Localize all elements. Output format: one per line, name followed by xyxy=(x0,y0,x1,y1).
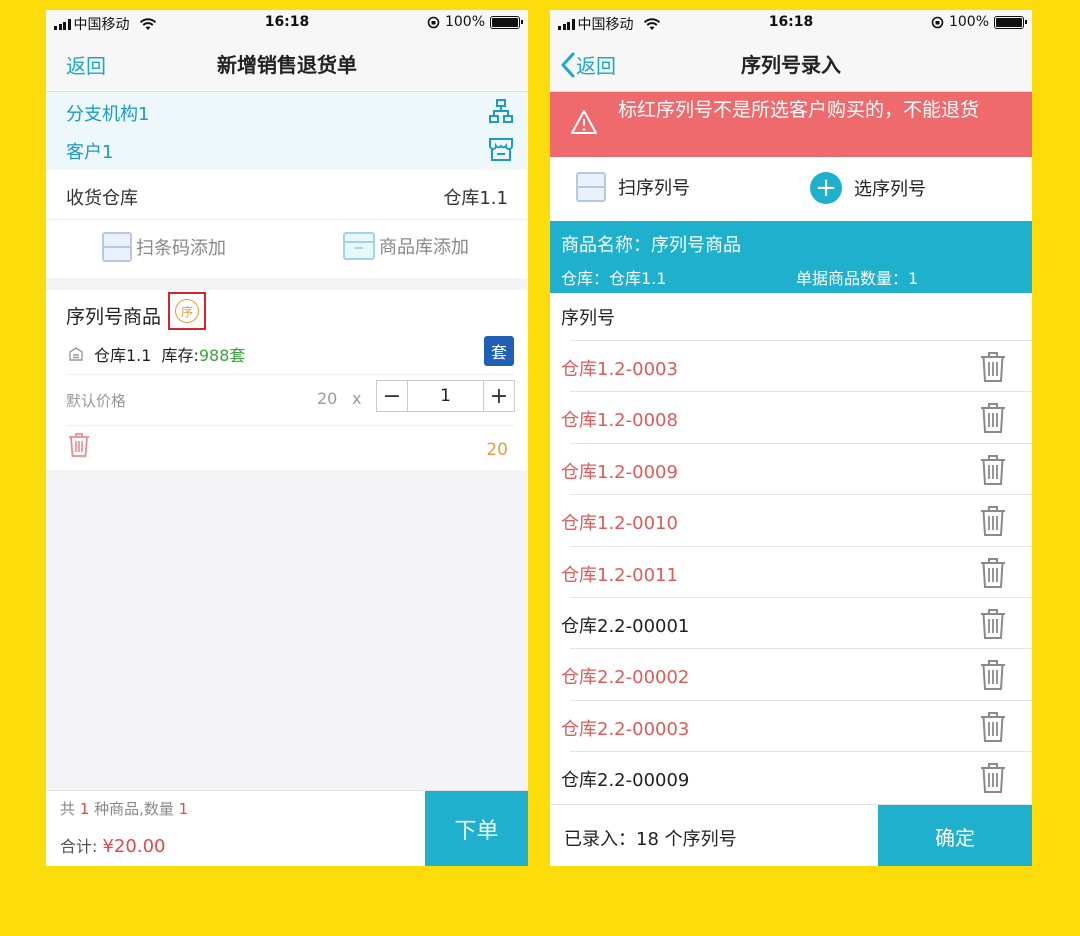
back-button[interactable]: 返回 xyxy=(560,50,616,79)
quantity-stepper: − 1 + xyxy=(376,380,515,412)
serial-code: 仓库2.2-00002 xyxy=(561,667,690,689)
product-warehouse: 仓库：仓库1.1 xyxy=(561,269,667,288)
orientation-lock-icon xyxy=(931,16,944,28)
select-serial-button[interactable]: + 选序列号 xyxy=(810,172,926,204)
status-bar: 中国移动 16:18 100% xyxy=(550,10,1032,36)
serial-code: 仓库1.2-0010 xyxy=(561,513,678,535)
scan-barcode-add-button[interactable]: 扫条码添加 xyxy=(102,232,226,262)
serial-code: 仓库1.2-0008 xyxy=(561,410,678,432)
place-order-button[interactable]: 下单 xyxy=(425,791,528,866)
line-item-card: 序列号商品 序 仓库1.1 库存:988套 套 默认价格 20 x − 1 + … xyxy=(46,290,528,470)
status-bar: 中国移动 16:18 100% xyxy=(46,10,528,36)
decrement-button[interactable]: − xyxy=(377,381,407,411)
order-total: 合计: ¥20.00 xyxy=(60,836,166,857)
back-button[interactable]: 返回 xyxy=(66,50,106,79)
item-name: 序列号商品 xyxy=(66,306,162,328)
serial-row: 仓库1.2-0010 xyxy=(561,494,1032,545)
item-count: 共 1 种商品,数量 1 xyxy=(60,800,189,818)
product-info-bar: 商品名称：序列号商品 仓库：仓库1.1 单据商品数量：1 xyxy=(550,221,1032,293)
document-quantity: 单据商品数量：1 xyxy=(796,269,919,288)
trash-icon[interactable] xyxy=(980,402,1006,438)
quantity-input[interactable]: 1 xyxy=(407,381,484,411)
battery-icon xyxy=(490,15,523,29)
recorded-count: 已录入：18 个序列号 xyxy=(564,829,737,850)
warehouse-icon xyxy=(69,347,83,361)
trash-icon[interactable] xyxy=(980,454,1006,490)
increment-button[interactable]: + xyxy=(484,381,514,411)
add-items-row: 扫条码添加 商品库添加 xyxy=(46,220,528,278)
warning-text: 标红序列号不是所选客户购买的，不能退货 xyxy=(618,99,980,121)
serial-code: 仓库1.2-0003 xyxy=(561,359,678,380)
serial-code: 仓库1.2-0011 xyxy=(561,564,678,586)
trash-icon[interactable] xyxy=(980,505,1006,541)
scan-serial-button[interactable]: 扫序列号 xyxy=(576,172,690,202)
price-row: 默认价格 20 x − 1 + xyxy=(66,374,515,426)
line-subtotal: 20 xyxy=(486,440,508,460)
serial-row: 仓库1.2-0003 xyxy=(561,340,1032,391)
serial-row: 仓库1.2-0009 xyxy=(561,442,1032,494)
branch-field[interactable]: 分支机构1 xyxy=(66,100,149,126)
page-title: 序列号录入 xyxy=(741,53,841,77)
warehouse-label: 收货仓库 xyxy=(66,188,138,209)
serial-badge[interactable]: 序 xyxy=(175,299,199,323)
serial-row: 仓库2.2-00009 xyxy=(561,751,1032,802)
battery-percent: 100% xyxy=(948,14,989,30)
serial-row: 仓库2.2-00002 xyxy=(561,648,1032,699)
serial-row: 仓库1.2-0011 xyxy=(561,545,1032,597)
trash-icon[interactable] xyxy=(980,557,1006,593)
product-box-icon xyxy=(343,232,375,260)
order-footer: 共 1 种商品,数量 1 合计: ¥20.00 下单 xyxy=(46,790,528,866)
org-chart-icon[interactable] xyxy=(488,98,514,124)
battery-percent: 100% xyxy=(444,14,485,30)
serial-code: 仓库1.2-0009 xyxy=(561,461,678,483)
serial-footer: 已录入：18 个序列号 确定 xyxy=(550,804,1032,866)
stock-info: 库存:988套 xyxy=(161,346,246,365)
times-sign: x xyxy=(352,389,362,408)
warehouse-value: 仓库1.1 xyxy=(443,188,508,209)
plus-icon: + xyxy=(810,172,842,204)
serial-code: 仓库2.2-00001 xyxy=(561,615,690,637)
warning-banner: 标红序列号不是所选客户购买的，不能退货 xyxy=(550,92,1032,157)
phone-screen-serial-entry: 中国移动 16:18 100% 返回 序列号录入 标红序列号不是所选客户购买的，… xyxy=(550,10,1032,866)
page-title: 新增销售退货单 xyxy=(217,53,357,77)
serial-input-actions: 扫序列号 + 选序列号 xyxy=(550,157,1032,221)
item-warehouse: 仓库1.1 xyxy=(94,346,152,365)
navigation-bar: 返回 序列号录入 xyxy=(550,36,1032,92)
branch-customer-block: 分支机构1 客户1 xyxy=(46,92,528,170)
serial-code: 仓库2.2-00003 xyxy=(561,718,690,740)
serial-row: 仓库1.2-0008 xyxy=(561,391,1032,442)
scan-icon xyxy=(576,172,606,202)
product-name: 商品名称：序列号商品 xyxy=(561,235,741,256)
barcode-scan-icon xyxy=(102,232,132,262)
customer-field[interactable]: 客户1 xyxy=(66,138,113,164)
receiving-warehouse-row[interactable]: 收货仓库 仓库1.1 xyxy=(46,170,528,220)
battery-icon xyxy=(994,15,1027,29)
serial-badge-highlight: 序 xyxy=(168,292,206,330)
phone-screen-sales-return: 中国移动 16:18 100% 返回 新增销售退货单 分支机构1 客户1 收货仓… xyxy=(46,10,528,866)
trash-icon[interactable] xyxy=(68,432,90,458)
navigation-bar: 返回 新增销售退货单 xyxy=(46,36,528,92)
trash-icon[interactable] xyxy=(980,762,1006,798)
stock-line: 仓库1.1 库存:988套 xyxy=(68,342,245,366)
trash-icon[interactable] xyxy=(980,711,1006,747)
serial-row: 仓库2.2-00003 xyxy=(561,699,1032,751)
serial-row: 仓库2.2-00001 xyxy=(561,596,1032,648)
price-label: 默认价格 xyxy=(66,392,127,410)
trash-icon[interactable] xyxy=(980,659,1006,695)
catalog-add-button[interactable]: 商品库添加 xyxy=(343,232,469,260)
trash-icon[interactable] xyxy=(980,608,1006,644)
unit-set-button[interactable]: 套 xyxy=(484,336,514,366)
orientation-lock-icon xyxy=(427,16,440,28)
confirm-button[interactable]: 确定 xyxy=(878,805,1032,866)
serial-list: 序列号 仓库1.2-0003 仓库1.2-0008 仓库1.2-0009 仓库1.2-… xyxy=(550,293,1032,804)
trash-icon[interactable] xyxy=(980,351,1006,387)
serial-code: 仓库2.2-00009 xyxy=(561,770,690,792)
store-icon[interactable] xyxy=(488,136,514,162)
serial-list-header: 序列号 xyxy=(561,308,615,329)
chevron-left-icon xyxy=(561,52,575,77)
warning-icon xyxy=(571,110,597,134)
unit-price[interactable]: 20 xyxy=(317,389,337,408)
